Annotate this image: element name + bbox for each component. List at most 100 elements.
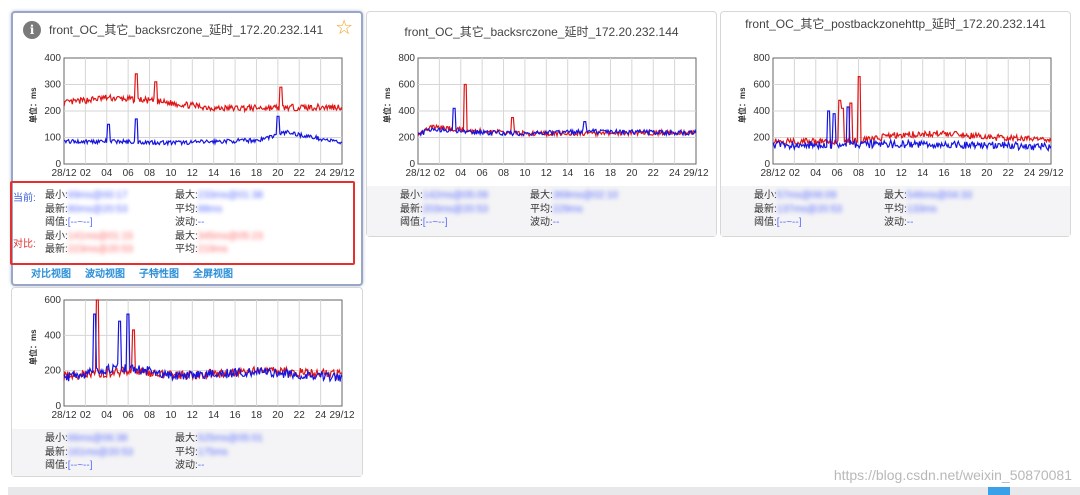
x-tick-label: 14 [562,168,574,179]
x-tick-label: 20 [272,168,284,179]
stat-left: 最小:57ms@06:09 [754,189,836,203]
y-tick-label: 400 [44,53,61,64]
card-title: front_OC_其它_backsrczone_延时_172.20.232.14… [49,23,324,37]
wave-view-link[interactable]: 波动视图 [85,269,125,280]
stat-left-label: 阈值: [45,460,68,471]
x-tick-label: 12 [541,168,553,179]
stats-panel-3: 最小:57ms@06:09 最大:546ms@04:33 最新:137ms@20:5… [754,189,1054,230]
stats-panel-4: 最小:66ms@06:38 最大:525ms@05:01 最新:161ms@20:5… [45,432,345,473]
stat-right: 波动:-- [530,216,559,230]
stat-right: 平均:229ms [530,203,583,217]
sub-feature-view-link[interactable]: 子特性图 [139,269,179,280]
stat-left-value: 57ms@06:09 [776,190,837,201]
stat-right-label: 波动: [884,217,907,228]
x-tick-label: 24 [1024,168,1036,179]
x-tick-label: 29/12 [683,168,708,179]
stats-row: 最小:57ms@06:09 最大:546ms@04:33 [754,189,1054,203]
y-axis-label: 单位：ms [28,87,38,123]
y-tick-label: 600 [44,295,61,306]
x-tick-label: 18 [605,168,617,179]
x-tick-label: 16 [230,410,242,421]
x-tick-label: 29/12 [1038,168,1063,179]
x-tick-label: 10 [165,410,177,421]
x-tick-label: 29/12 [329,168,354,179]
stat-right-label: 波动: [175,460,198,471]
y-tick-label: 400 [753,106,770,117]
stat-left-value: [--~--] [67,460,93,471]
x-tick-label: 14 [917,168,929,179]
x-tick-label: 18 [251,410,263,421]
stat-left-value: 66ms@06:38 [67,433,128,444]
x-tick-label: 28/12 [760,168,785,179]
stat-right: 波动:-- [884,216,913,230]
highlight-box [10,181,355,265]
y-tick-label: 800 [753,53,770,64]
plot-area [63,299,343,407]
y-tick-label: 300 [44,80,61,91]
x-tick-label: 02 [789,168,801,179]
x-tick-label: 04 [101,168,113,179]
stats-row: 最小:66ms@06:38 最大:525ms@05:01 [45,432,345,446]
x-tick-label: 10 [874,168,886,179]
latency-chart-4: 600400200028/12 02 04 06 08 10 12 14 16 18 20 22 24 2… [28,295,355,421]
x-tick-label: 28/12 [51,410,76,421]
stat-left-value: 142ms@05:09 [422,190,488,201]
scrollbar-thumb[interactable] [988,487,1010,495]
stat-right: 最大:525ms@05:01 [175,432,263,446]
x-tick-label: 22 [1003,168,1015,179]
y-tick-label: 600 [398,80,415,91]
x-tick-label: 08 [853,168,865,179]
stat-left-label: 最新: [754,203,777,215]
star-icon[interactable]: ☆ [335,17,353,39]
card-title: front_OC_其它_postbackzonehttp_延时_172.20.2… [745,17,1046,31]
stat-left-label: 最新: [45,446,68,458]
stats-row: 阈值:[--~--] 波动:-- [45,459,345,473]
x-tick-label: 12 [187,410,199,421]
x-tick-label: 24 [315,168,327,179]
x-tick-label: 02 [434,168,446,179]
y-tick-label: 600 [753,80,770,91]
info-icon[interactable]: i [23,21,41,39]
stat-left-label: 最新: [400,203,423,215]
x-tick-label: 12 [896,168,908,179]
stat-right-value: 525ms@05:01 [197,433,263,444]
stat-left: 最小:66ms@06:38 [45,432,127,446]
stat-right-label: 波动: [530,217,553,228]
x-tick-label: 06 [123,168,135,179]
stat-right-label: 平均: [530,203,553,215]
stats-row: 最新:161ms@20:53 平均:175ms [45,446,345,460]
stat-right: 波动:-- [175,459,204,473]
x-tick-label: 14 [208,168,220,179]
x-tick-label: 04 [101,410,113,421]
stats-row: 最小:142ms@05:09 最大:369ms@02:10 [400,189,700,203]
stat-left: 最小:142ms@05:09 [400,189,488,203]
stats-row: 阈值:[--~--] 波动:-- [754,216,1054,230]
stats-panel-2: 最小:142ms@05:09 最大:369ms@02:10 最新:203ms@20:… [400,189,700,230]
stat-right-value: 369ms@02:10 [552,190,618,201]
stat-left-value: 161ms@20:53 [67,446,133,458]
x-tick-label: 28/12 [51,168,76,179]
stat-right: 平均:175ms [175,446,228,460]
stat-right-value: 229ms [552,203,583,215]
stat-left-label: 最小: [754,190,777,201]
stat-right-label: 平均: [175,446,198,458]
compare-view-link[interactable]: 对比视图 [31,269,71,280]
x-tick-label: 14 [208,410,220,421]
x-tick-label: 02 [80,410,92,421]
y-tick-label: 100 [44,133,61,144]
view-links: 对比视图 波动视图 子特性图 全屏视图 [31,265,247,280]
stat-right-value: 133ms [906,203,937,215]
y-tick-label: 400 [398,106,415,117]
stat-left-value: 137ms@20:53 [776,203,842,215]
stat-left: 阈值:[--~--] [400,216,448,230]
stat-right: 最大:369ms@02:10 [530,189,618,203]
bottom-scrollbar[interactable] [8,487,1080,495]
x-tick-label: 16 [584,168,596,179]
latency-chart-1: 400300200100028/12 02 04 06 08 10 12 14 16 18 20 22… [28,53,355,179]
stats-row: 最新:203ms@20:53 平均:229ms [400,203,700,217]
x-tick-label: 16 [939,168,951,179]
x-tick-label: 20 [272,410,284,421]
x-tick-label: 08 [144,410,156,421]
fullscreen-view-link[interactable]: 全屏视图 [193,269,233,280]
y-tick-label: 800 [398,53,415,64]
